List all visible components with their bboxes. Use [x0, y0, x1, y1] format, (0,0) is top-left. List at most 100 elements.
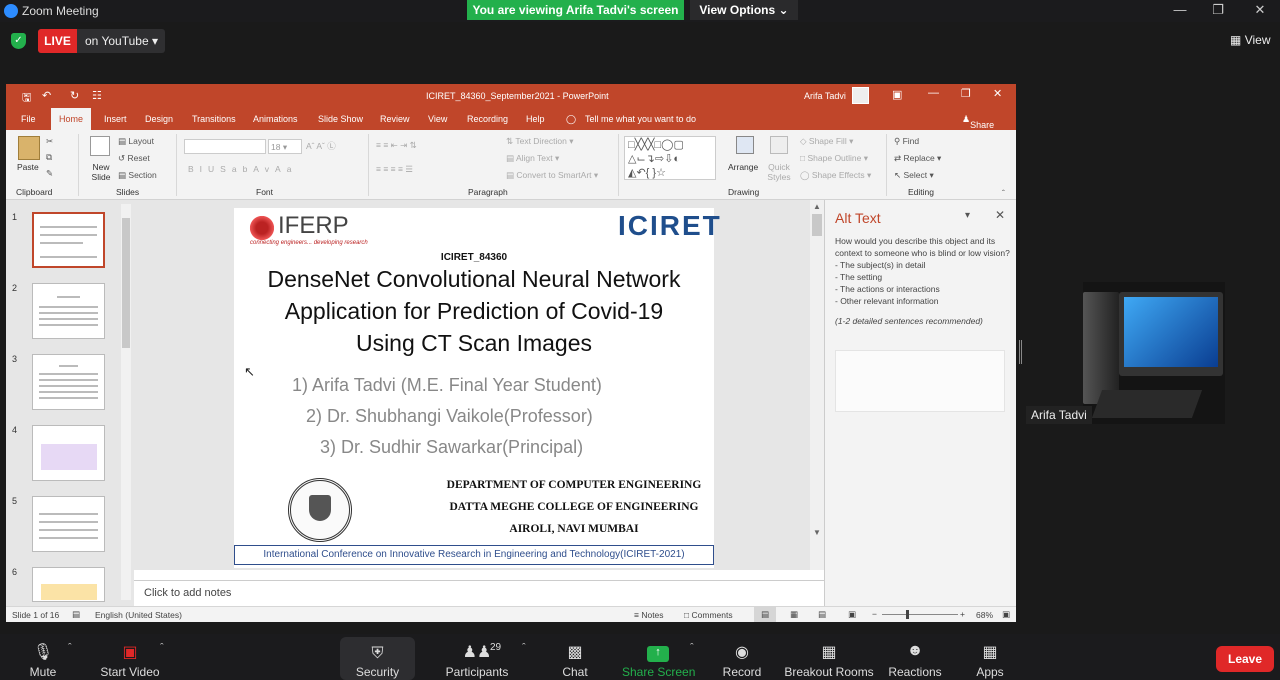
thumbnails-scrollbar[interactable]: [121, 204, 131, 600]
ppt-minimize-icon[interactable]: —: [928, 87, 939, 99]
alt-close-icon[interactable]: ✕: [995, 208, 1005, 222]
apps-button[interactable]: ▦ Apps: [968, 634, 1012, 680]
tab-home[interactable]: Home: [51, 108, 91, 130]
participant-video[interactable]: [1083, 282, 1225, 424]
new-slide-icon[interactable]: [90, 136, 110, 156]
zoom-in-icon[interactable]: +: [960, 609, 965, 619]
fit-slide-icon[interactable]: ▣: [1002, 609, 1010, 620]
scroll-up-icon[interactable]: ▲: [812, 202, 822, 214]
leave-button[interactable]: Leave: [1216, 646, 1274, 672]
tab-help[interactable]: Help: [526, 114, 545, 124]
touch-mode-icon[interactable]: ☷: [92, 89, 102, 102]
layout-button[interactable]: ▤ Layout: [118, 136, 154, 147]
tab-view[interactable]: View: [428, 114, 447, 124]
tab-recording[interactable]: Recording: [467, 114, 508, 124]
redo-icon[interactable]: ↻: [70, 89, 79, 102]
participants-button[interactable]: ♟♟ Participants: [442, 634, 512, 680]
paste-label[interactable]: Paste: [17, 162, 39, 172]
audio-options-chevron[interactable]: ˆ: [68, 642, 72, 654]
record-button[interactable]: ◉ Record: [718, 634, 766, 680]
scroll-down-icon[interactable]: ▼: [812, 528, 822, 540]
tab-transitions[interactable]: Transitions: [192, 114, 236, 124]
quick-styles-label[interactable]: Quick Styles: [765, 162, 793, 182]
share-button[interactable]: ♟ Share: [962, 114, 994, 130]
ribbon-display-icon[interactable]: ▣: [892, 88, 902, 101]
select-button[interactable]: ↖ Select ▾: [894, 170, 934, 181]
text-direction-button[interactable]: ⇅ Text Direction ▾: [506, 136, 573, 147]
font-format-icons[interactable]: BIUSabAvAa: [188, 164, 297, 174]
share-screen-button[interactable]: ↑ Share Screen: [622, 634, 695, 680]
slide-thumbnail-5[interactable]: [32, 496, 105, 552]
save-icon[interactable]: 🖫: [22, 89, 31, 108]
video-options-chevron[interactable]: ˆ: [160, 642, 164, 654]
live-stream-button[interactable]: LIVE on YouTube ▾: [38, 29, 165, 53]
ppt-restore-icon[interactable]: ❐: [961, 87, 971, 100]
normal-view-icon[interactable]: ▤: [754, 607, 776, 622]
align-text-button[interactable]: ▤ Align Text ▾: [506, 153, 559, 164]
tab-animations[interactable]: Animations: [253, 114, 298, 124]
notes-pane[interactable]: Click to add notes: [134, 580, 824, 606]
close-icon[interactable]: ✕: [1250, 2, 1270, 18]
arrange-icon[interactable]: [736, 136, 754, 154]
security-button[interactable]: ⛨ Security: [340, 637, 415, 680]
find-button[interactable]: ⚲ Find: [894, 136, 919, 147]
chat-button[interactable]: ▩ Chat: [554, 634, 596, 680]
share-options-chevron[interactable]: ˆ: [690, 642, 694, 654]
shape-effects-button[interactable]: ◯ Shape Effects ▾: [800, 170, 871, 181]
tab-file[interactable]: File: [21, 114, 36, 124]
slide-1[interactable]: IFERP connecting engineers... developing…: [234, 208, 720, 568]
undo-icon[interactable]: ↶: [42, 89, 51, 102]
shape-fill-button[interactable]: ◇ Shape Fill ▾: [800, 136, 853, 147]
alt-text-input[interactable]: [835, 350, 1005, 412]
pane-options-icon[interactable]: ▾: [965, 210, 970, 221]
view-button[interactable]: ▦ View: [1230, 33, 1270, 47]
slide-thumbnail-4[interactable]: [32, 425, 105, 481]
section-button[interactable]: ▤ Section: [118, 170, 157, 181]
slide-sorter-icon[interactable]: ▦: [790, 609, 798, 620]
font-grow-shrink-icons[interactable]: Aˆ Aˇ Ⓛ: [306, 140, 336, 152]
user-avatar[interactable]: [852, 87, 869, 104]
tab-design[interactable]: Design: [145, 114, 173, 124]
tab-review[interactable]: Review: [380, 114, 410, 124]
spell-check-icon[interactable]: ▤: [72, 609, 80, 620]
ppt-close-icon[interactable]: ✕: [993, 87, 1002, 100]
reactions-button[interactable]: ☻ Reactions: [884, 634, 946, 680]
slide-thumbnail-2[interactable]: [32, 283, 105, 339]
slide-show-icon[interactable]: ▣: [848, 609, 856, 620]
shapes-gallery[interactable]: □╳╳╳□◯▢ △⌙↴⇨⇩◐ ◭↶{ }☆: [624, 136, 716, 180]
shape-outline-button[interactable]: □ Shape Outline ▾: [800, 153, 868, 164]
reading-view-icon[interactable]: ▤: [818, 609, 826, 620]
tab-insert[interactable]: Insert: [104, 114, 127, 124]
bullets-icon[interactable]: ≡ ≡ ⇤ ⇥ ⇅: [376, 140, 417, 151]
tell-me-search[interactable]: Tell me what you want to do: [585, 114, 696, 124]
paste-icon[interactable]: [18, 136, 40, 160]
convert-smartart-button[interactable]: ▤ Convert to SmartArt ▾: [506, 170, 598, 181]
new-slide-label[interactable]: New Slide: [88, 162, 114, 182]
slide-thumbnail-6[interactable]: [32, 567, 105, 602]
zoom-slider[interactable]: [882, 610, 958, 619]
collapse-ribbon-icon[interactable]: ˆ: [1002, 188, 1005, 198]
copy-icon[interactable]: ⧉: [46, 152, 52, 163]
breakout-rooms-button[interactable]: ▦ Breakout Rooms: [784, 634, 874, 680]
split-handle[interactable]: [1019, 340, 1022, 364]
slide-scrollbar[interactable]: ▲ ▼: [810, 200, 824, 570]
view-options-button[interactable]: View Options ⌄: [690, 0, 798, 20]
zoom-percent[interactable]: 68%: [976, 610, 993, 620]
slide-thumbnail-3[interactable]: [32, 354, 105, 410]
zoom-out-icon[interactable]: −: [872, 609, 877, 619]
font-size-input[interactable]: 18 ▾: [268, 139, 302, 154]
slide-thumbnail-1[interactable]: [32, 212, 105, 268]
comments-toggle[interactable]: □ Comments: [684, 610, 733, 620]
minimize-icon[interactable]: —: [1170, 2, 1190, 18]
arrange-label[interactable]: Arrange: [728, 162, 758, 172]
start-video-button[interactable]: ▣ Start Video: [96, 634, 164, 680]
font-name-input[interactable]: [184, 139, 266, 154]
tab-slide-show[interactable]: Slide Show: [318, 114, 363, 124]
slide-scroll-thumb[interactable]: [812, 214, 822, 236]
language-label[interactable]: English (United States): [95, 610, 182, 620]
participants-chevron[interactable]: ˆ: [522, 642, 526, 654]
mute-button[interactable]: 🎙 Mute: [20, 634, 66, 680]
quick-styles-icon[interactable]: [770, 136, 788, 154]
cut-icon[interactable]: ✂: [46, 136, 53, 147]
replace-button[interactable]: ⇄ Replace ▾: [894, 153, 941, 164]
